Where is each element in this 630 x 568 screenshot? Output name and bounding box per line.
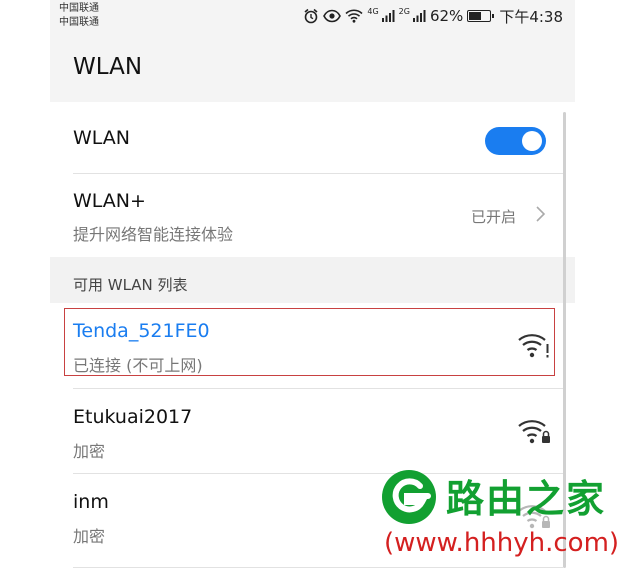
status-icons: 4G 2G 62% 下午4:38 bbox=[303, 6, 563, 26]
status-bar: 中国联通 中国联通 4G 2G 62% 下午4:38 bbox=[50, 0, 575, 34]
wlan-plus-row[interactable]: WLAN+ 提升网络智能连接体验 已开启 bbox=[50, 174, 575, 257]
wlan-toggle-row[interactable]: WLAN bbox=[50, 102, 575, 174]
signal-4g-icon bbox=[381, 10, 395, 22]
chevron-right-icon bbox=[536, 206, 546, 222]
section-header: 可用 WLAN 列表 bbox=[50, 257, 575, 303]
network-ssid: inm bbox=[73, 491, 109, 513]
wifi-icon bbox=[345, 9, 363, 23]
battery-percent: 62% bbox=[429, 7, 464, 25]
wifi-lock-icon bbox=[518, 420, 550, 444]
watermark-logo-icon bbox=[382, 470, 436, 524]
battery-icon bbox=[467, 10, 495, 22]
alarm-icon bbox=[304, 8, 318, 24]
network-item[interactable]: Etukuai2017 加密 bbox=[50, 389, 575, 474]
title-bar: WLAN bbox=[50, 34, 575, 102]
page-title: WLAN bbox=[73, 54, 143, 80]
wlan-switch[interactable] bbox=[485, 127, 546, 155]
wlan-label: WLAN bbox=[73, 127, 131, 149]
carrier-1: 中国联通 bbox=[59, 3, 99, 14]
highlight-box bbox=[64, 308, 555, 376]
wlan-plus-status: 已开启 bbox=[471, 208, 517, 226]
network-status: 加密 bbox=[73, 442, 106, 461]
watermark-url: (www.hhhyh.com) bbox=[384, 528, 620, 558]
wlan-plus-description: 提升网络智能连接体验 bbox=[73, 225, 234, 244]
eye-icon bbox=[323, 9, 342, 23]
wlan-plus-label: WLAN+ bbox=[73, 190, 146, 212]
clock: 下午4:38 bbox=[499, 7, 563, 26]
carrier-2: 中国联通 bbox=[59, 17, 99, 28]
signal-2g-icon bbox=[412, 10, 426, 22]
battery-fill bbox=[469, 12, 482, 20]
watermark: 路由之家 (www.hhhyh.com) bbox=[380, 464, 630, 568]
network-ssid: Etukuai2017 bbox=[73, 406, 193, 428]
network-status: 加密 bbox=[73, 527, 106, 546]
signal-4g-label: 4G bbox=[367, 6, 379, 16]
switch-knob bbox=[522, 131, 542, 151]
watermark-name: 路由之家 bbox=[446, 477, 607, 521]
section-label: 可用 WLAN 列表 bbox=[73, 276, 188, 294]
signal-2g-label: 2G bbox=[398, 6, 410, 16]
